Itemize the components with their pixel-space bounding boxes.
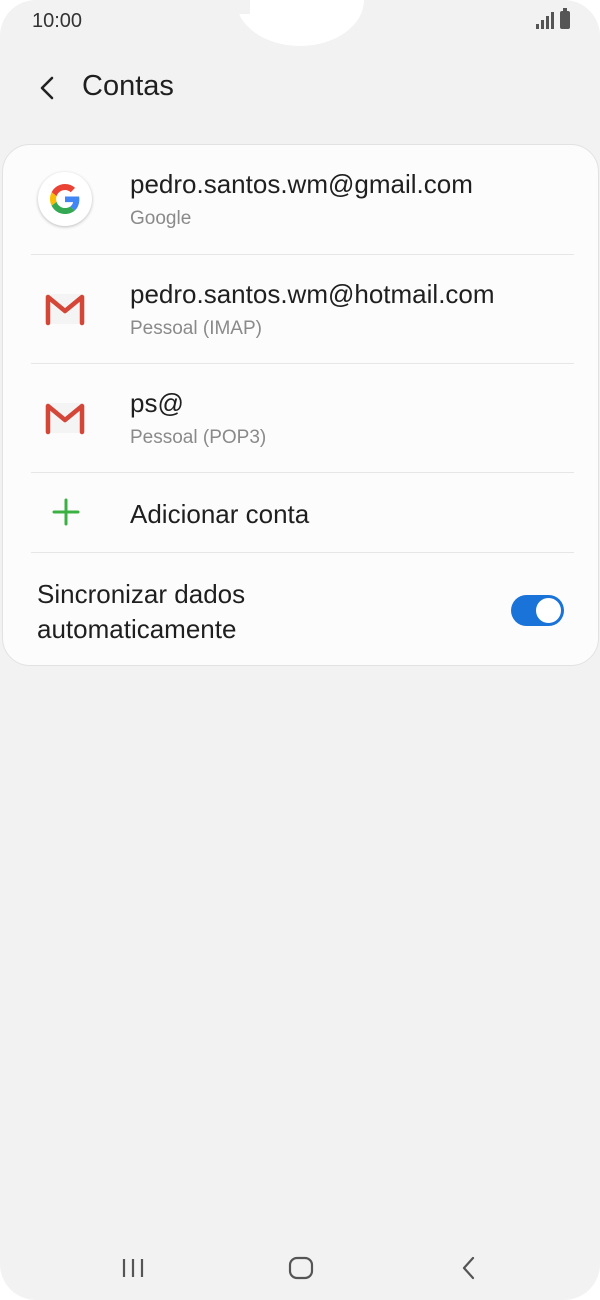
nav-back-button[interactable]	[444, 1250, 494, 1286]
account-type: Google	[130, 208, 192, 229]
add-account-label: Adicionar conta	[130, 499, 310, 529]
account-email: pedro.santos.wm@hotmail.com	[130, 279, 495, 309]
accounts-card: pedro.santos.wm@gmail.com Google pedro.s…	[2, 144, 599, 666]
status-bar: 10:00	[0, 0, 600, 44]
account-item-imap[interactable]: pedro.santos.wm@hotmail.com Pessoal (IMA…	[3, 255, 598, 364]
battery-icon	[560, 8, 570, 29]
status-icons	[536, 8, 570, 29]
plus-icon	[52, 498, 80, 526]
back-button[interactable]	[28, 66, 68, 110]
account-icon-box	[37, 390, 93, 446]
toggle-knob	[534, 596, 563, 625]
recent-apps-button[interactable]	[108, 1250, 158, 1286]
back-icon	[462, 1256, 475, 1280]
divider	[31, 552, 574, 553]
app-header: Contas	[0, 58, 600, 118]
auto-sync-toggle[interactable]	[511, 595, 564, 626]
account-item-google[interactable]: pedro.santos.wm@gmail.com Google	[3, 145, 598, 254]
account-icon-box	[37, 281, 93, 337]
gmail-icon	[45, 294, 85, 326]
navigation-bar	[0, 1230, 600, 1300]
account-email: pedro.santos.wm@gmail.com	[130, 169, 473, 199]
home-button[interactable]	[276, 1250, 326, 1286]
signal-icon	[536, 11, 554, 29]
home-icon	[288, 1256, 314, 1280]
account-icon-box	[37, 171, 93, 227]
account-type: Pessoal (IMAP)	[130, 318, 262, 339]
chevron-left-icon	[40, 76, 54, 100]
phone-screen: 10:00 Contas pedro.santos.wm@gmail.com G…	[0, 0, 600, 1300]
account-type: Pessoal (POP3)	[130, 427, 267, 448]
google-icon	[38, 172, 92, 226]
recent-apps-icon	[122, 1259, 144, 1277]
auto-sync-label: Sincronizar dados automaticamente	[37, 579, 246, 644]
account-item-pop3[interactable]: ps@ Pessoal (POP3)	[3, 364, 598, 473]
status-time: 10:00	[32, 10, 83, 32]
gmail-icon	[45, 403, 85, 435]
account-email: ps@	[130, 388, 184, 418]
add-account-button[interactable]: Adicionar conta	[3, 473, 598, 553]
page-title: Contas	[82, 70, 174, 102]
auto-sync-setting[interactable]: Sincronizar dados automaticamente	[3, 555, 598, 665]
